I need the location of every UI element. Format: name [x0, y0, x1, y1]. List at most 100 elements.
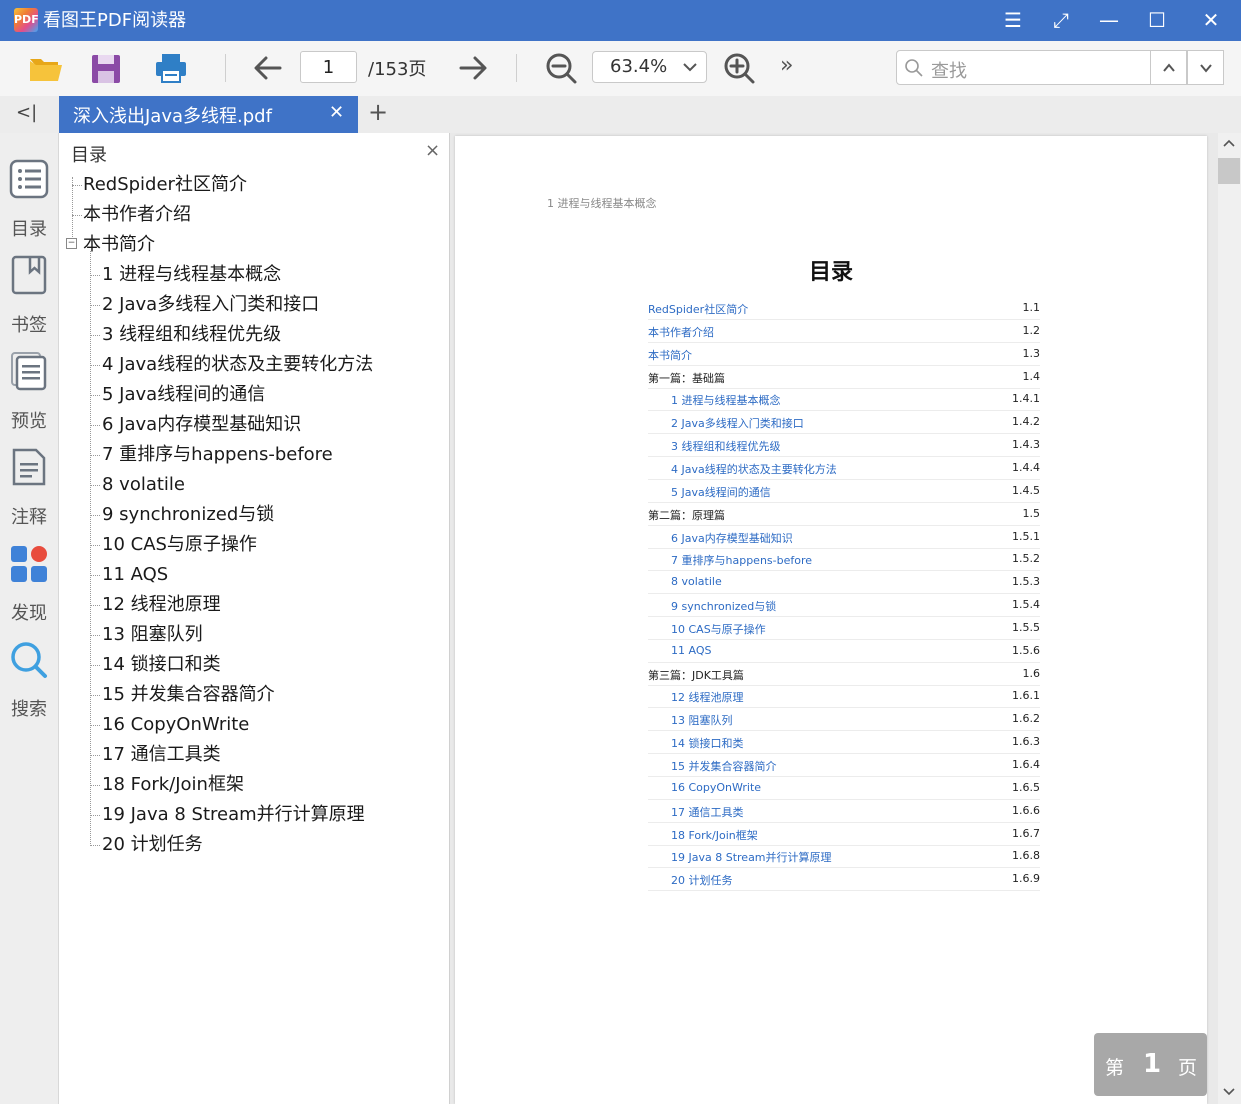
toc-row[interactable]: 20 计划任务 1.6.9	[648, 868, 1040, 892]
scroll-down-icon[interactable]	[1223, 1085, 1235, 1097]
rail-item-toc[interactable]: 目录	[0, 157, 58, 247]
toc-row[interactable]: 5 Java线程间的通信 1.4.5	[648, 480, 1040, 503]
menu-button[interactable]: ☰	[998, 6, 1028, 34]
vertical-scrollbar[interactable]	[1218, 133, 1241, 1104]
scroll-thumb[interactable]	[1218, 158, 1240, 184]
prev-page-icon[interactable]	[250, 51, 286, 85]
toc-row[interactable]: 4 Java线程的状态及主要转化方法 1.4.4	[648, 457, 1040, 480]
outline-item[interactable]: 2 Java多线程入门类和接口	[102, 293, 319, 317]
toc-entry-text[interactable]: 1 进程与线程基本概念	[671, 392, 781, 408]
outline-item[interactable]: 9 synchronized与锁	[102, 503, 274, 527]
search-input[interactable]: 查找	[896, 50, 1151, 85]
outline-item[interactable]: 12 线程池原理	[102, 593, 221, 617]
toc-row[interactable]: 18 Fork/Join框架 1.6.7	[648, 823, 1040, 846]
toc-entry-text[interactable]: 17 通信工具类	[671, 804, 744, 820]
toc-row[interactable]: 6 Java内存模型基础知识 1.5.1	[648, 526, 1040, 549]
outline-item[interactable]: 1 进程与线程基本概念	[102, 263, 281, 287]
toc-row[interactable]: 本书简介 1.3	[648, 343, 1040, 366]
toc-row[interactable]: 2 Java多线程入门类和接口 1.4.2	[648, 411, 1040, 435]
fullscreen-button[interactable]: ⤢	[1046, 6, 1076, 34]
outline-item[interactable]: 18 Fork/Join框架	[102, 773, 244, 797]
toc-row[interactable]: 16 CopyOnWrite 1.6.5	[648, 777, 1040, 800]
outline-item[interactable]: 15 并发集合容器简介	[102, 683, 275, 707]
outline-close-button[interactable]: ×	[425, 140, 440, 161]
save-icon[interactable]	[88, 51, 124, 85]
toc-entry-text[interactable]: 14 锁接口和类	[671, 735, 744, 751]
rail-item-annotation[interactable]: 注释	[0, 445, 58, 535]
outline-item[interactable]: 本书作者介绍	[83, 203, 191, 227]
page-number-input[interactable]: 1	[300, 51, 357, 83]
toc-row[interactable]: 本书作者介绍 1.2	[648, 320, 1040, 343]
toc-entry-text[interactable]: 15 并发集合容器简介	[671, 758, 777, 774]
toc-entry-text[interactable]: 6 Java内存模型基础知识	[671, 530, 793, 546]
toc-entry-text[interactable]: 7 重排序与happens-before	[671, 552, 812, 568]
more-tools-button[interactable]: »	[780, 53, 793, 78]
toc-entry-text[interactable]: 11 AQS	[671, 644, 711, 657]
outline-item[interactable]: 本书简介	[83, 233, 155, 257]
toc-entry-text[interactable]: 5 Java线程间的通信	[671, 484, 771, 500]
next-page-icon[interactable]	[455, 51, 491, 85]
outline-item[interactable]: 10 CAS与原子操作	[102, 533, 257, 557]
toc-entry-text[interactable]: 20 计划任务	[671, 872, 733, 888]
toc-row[interactable]: 10 CAS与原子操作 1.5.5	[648, 617, 1040, 640]
tab-close-button[interactable]: ✕	[329, 102, 344, 123]
toc-row[interactable]: 8 volatile 1.5.3	[648, 571, 1040, 595]
toc-row[interactable]: 17 通信工具类 1.6.6	[648, 800, 1040, 823]
outline-item[interactable]: 4 Java线程的状态及主要转化方法	[102, 353, 373, 377]
rail-item-search[interactable]: 搜索	[0, 637, 58, 727]
scroll-up-icon[interactable]	[1223, 138, 1235, 150]
zoom-select[interactable]: 63.4%	[592, 51, 707, 83]
toc-row[interactable]: 13 阻塞队列 1.6.2	[648, 708, 1040, 732]
toc-entry-text[interactable]: 19 Java 8 Stream并行计算原理	[671, 849, 832, 865]
toc-entry-text[interactable]: 3 线程组和线程优先级	[671, 438, 781, 454]
close-window-button[interactable]: ✕	[1196, 6, 1226, 34]
toc-row[interactable]: 3 线程组和线程优先级 1.4.3	[648, 434, 1040, 458]
outline-item[interactable]: 13 阻塞队列	[102, 623, 203, 647]
toc-entry-text[interactable]: 8 volatile	[671, 575, 722, 588]
outline-item[interactable]: 20 计划任务	[102, 833, 203, 857]
open-folder-icon[interactable]	[28, 51, 64, 85]
toc-row[interactable]: RedSpider社区简介 1.1	[648, 297, 1040, 320]
outline-item[interactable]: 3 线程组和线程优先级	[102, 323, 281, 347]
toc-entry-text[interactable]: 本书简介	[648, 347, 692, 363]
toc-entry-text[interactable]: 10 CAS与原子操作	[671, 621, 766, 637]
toc-row[interactable]: 12 线程池原理 1.6.1	[648, 685, 1040, 709]
rail-item-bookmark[interactable]: 书签	[0, 253, 58, 343]
toc-entry-text[interactable]: 13 阻塞队列	[671, 712, 733, 728]
outline-item[interactable]: 16 CopyOnWrite	[102, 713, 249, 737]
search-next-button[interactable]	[1187, 50, 1224, 85]
outline-item[interactable]: 19 Java 8 Stream并行计算原理	[102, 803, 365, 827]
toc-entry-text[interactable]: 4 Java线程的状态及主要转化方法	[671, 461, 837, 477]
outline-item[interactable]: 11 AQS	[102, 563, 168, 587]
toc-row[interactable]: 19 Java 8 Stream并行计算原理 1.6.8	[648, 845, 1040, 869]
outline-item[interactable]: 17 通信工具类	[102, 743, 221, 767]
outline-item[interactable]: 5 Java线程间的通信	[102, 383, 265, 407]
zoom-in-icon[interactable]	[721, 51, 757, 85]
outline-item[interactable]: 7 重排序与happens-before	[102, 443, 333, 467]
outline-item[interactable]: RedSpider社区简介	[83, 173, 247, 197]
toc-entry-text[interactable]: 16 CopyOnWrite	[671, 781, 761, 794]
tree-collapse-toggle[interactable]: −	[66, 238, 77, 249]
outline-item[interactable]: 14 锁接口和类	[102, 653, 221, 677]
toc-row[interactable]: 15 并发集合容器简介 1.6.4	[648, 754, 1040, 777]
minimize-button[interactable]: —	[1094, 6, 1124, 34]
toc-row[interactable]: 9 synchronized与锁 1.5.4	[648, 594, 1040, 618]
rail-item-discover[interactable]: 发现	[0, 541, 58, 631]
toc-row[interactable]: 11 AQS 1.5.6	[648, 640, 1040, 663]
toc-entry-text[interactable]: 2 Java多线程入门类和接口	[671, 415, 804, 431]
toc-entry-text[interactable]: RedSpider社区简介	[648, 301, 748, 317]
print-icon[interactable]	[153, 51, 189, 85]
toc-entry-text[interactable]: 9 synchronized与锁	[671, 598, 776, 614]
maximize-button[interactable]: ☐	[1142, 6, 1172, 34]
zoom-out-icon[interactable]	[543, 51, 579, 85]
toc-row[interactable]: 7 重排序与happens-before 1.5.2	[648, 548, 1040, 572]
toc-entry-text[interactable]: 本书作者介绍	[648, 324, 714, 340]
outline-item[interactable]: 6 Java内存模型基础知识	[102, 413, 301, 437]
toc-row[interactable]: 14 锁接口和类 1.6.3	[648, 731, 1040, 755]
add-tab-button[interactable]: +	[368, 98, 388, 126]
toc-row[interactable]: 1 进程与线程基本概念 1.4.1	[648, 388, 1040, 412]
rail-item-preview[interactable]: 预览	[0, 349, 58, 439]
toc-entry-text[interactable]: 12 线程池原理	[671, 689, 744, 705]
tab-document[interactable]: 深入浅出Java多线程.pdf ✕	[59, 96, 358, 133]
collapse-panel-button[interactable]: <|	[16, 102, 37, 123]
